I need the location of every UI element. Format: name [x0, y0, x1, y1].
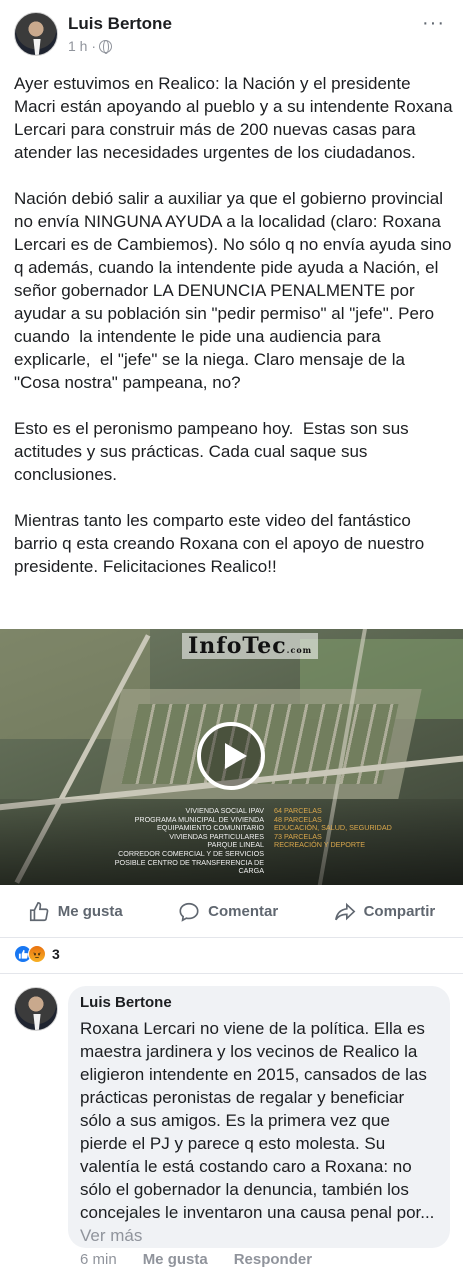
thumbs-up-icon — [29, 901, 49, 921]
post-body: Ayer estuvimos en Realico: la Nación y e… — [14, 72, 453, 601]
watermark-text: InfoTec — [188, 633, 287, 659]
like-label: Me gusta — [57, 903, 123, 920]
legend-value: recreación y deporte — [274, 840, 366, 850]
comment-footer: 6 min Me gusta Responder — [80, 1251, 312, 1268]
globe-icon — [99, 39, 113, 54]
post-paragraph: Ayer estuvimos en Realico: la Nación y e… — [14, 74, 458, 162]
share-label: Compartir — [363, 903, 436, 920]
post-paragraph: Esto es el peronismo pampeano hoy. Estas… — [14, 419, 414, 484]
comment-icon — [179, 902, 199, 922]
comment-timestamp: 6 min — [80, 1251, 117, 1268]
video-legend: Vivienda social IPAV 64 parcelas Programa… — [94, 806, 392, 876]
reactions-summary[interactable]: 3 — [14, 945, 60, 963]
post-author-name[interactable]: Luis Bertone — [68, 14, 172, 34]
post-timestamp[interactable]: 1 h · — [68, 38, 96, 54]
play-icon[interactable] — [197, 722, 265, 790]
comment-reply-button[interactable]: Responder — [234, 1251, 312, 1268]
commenter-avatar[interactable] — [14, 987, 58, 1031]
see-more-link[interactable]: Ver más — [80, 1226, 142, 1245]
reaction-count: 3 — [52, 946, 60, 962]
post-paragraph: Nación debió salir a auxiliar ya que el … — [14, 189, 457, 392]
more-options-icon[interactable]: ··· — [422, 12, 445, 35]
watermark-logo: InfoTec.com — [182, 633, 319, 659]
post-paragraph: Mientras tanto les comparto este video d… — [14, 511, 429, 576]
comment-button[interactable]: Comentar — [178, 901, 278, 923]
comment-like-button[interactable]: Me gusta — [143, 1251, 208, 1268]
post-action-bar: Me gusta Comentar Compartir — [0, 886, 463, 938]
like-button[interactable]: Me gusta — [28, 901, 123, 923]
post-header: Luis Bertone 1 h · ··· — [14, 12, 449, 60]
post-meta: 1 h · — [68, 38, 113, 54]
author-avatar[interactable] — [14, 12, 58, 56]
legend-row: Posible centro de transferencia de carga — [94, 857, 392, 876]
comment-bubble: Luis Bertone Roxana Lercari no viene de … — [68, 986, 450, 1248]
angry-reaction-icon — [28, 945, 46, 963]
comment-label: Comentar — [208, 903, 279, 920]
video-player[interactable]: InfoTec.com Vivienda social IPAV 64 parce… — [0, 629, 463, 885]
watermark-sub: .com — [286, 645, 313, 655]
divider — [0, 973, 463, 974]
comment-body: Roxana Lercari no viene de la política. … — [80, 1019, 435, 1222]
comment-text: Roxana Lercari no viene de la política. … — [80, 1017, 438, 1247]
share-button[interactable]: Compartir — [334, 901, 436, 923]
legend-label: Posible centro de transferencia de carga — [114, 857, 264, 876]
share-arrow-icon — [334, 902, 355, 920]
comment-author-name[interactable]: Luis Bertone — [80, 994, 438, 1011]
